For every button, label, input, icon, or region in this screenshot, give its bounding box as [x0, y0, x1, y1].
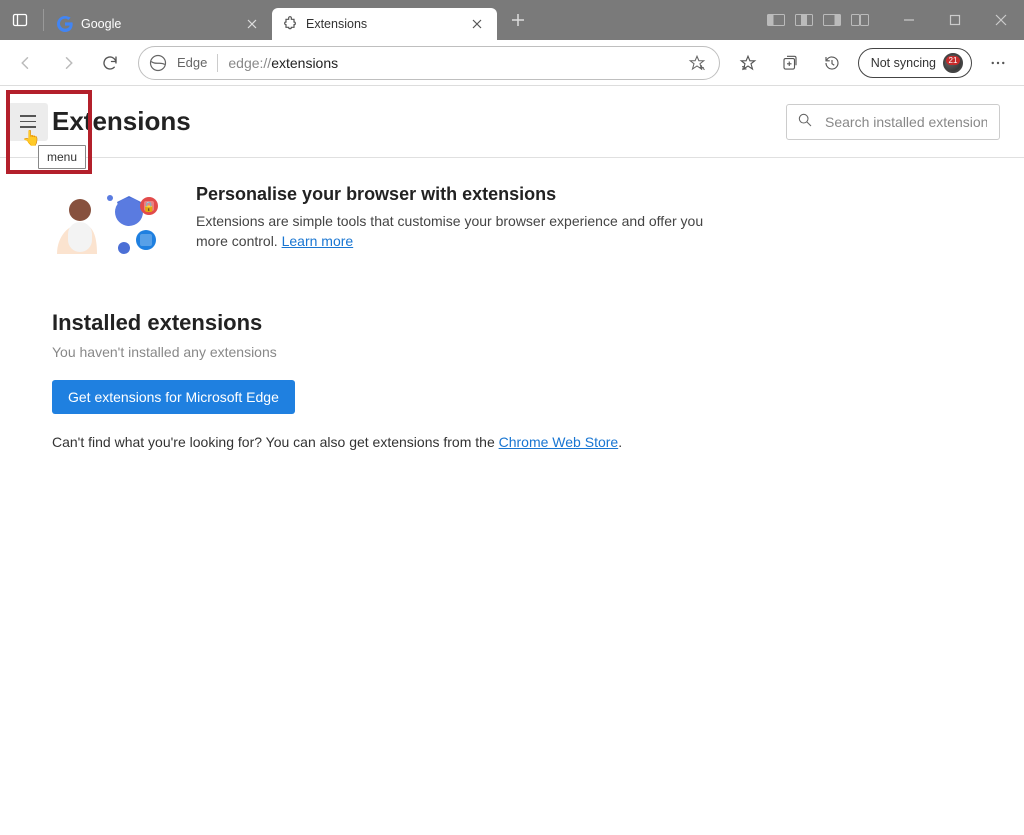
caption-layout-group — [766, 13, 886, 27]
hero-text: Personalise your browser with extensions… — [196, 184, 716, 252]
search-input[interactable] — [823, 113, 989, 131]
new-tab-button[interactable] — [503, 5, 533, 35]
browser-toolbar: Edge edge://extensions Not syncing 21 — [0, 40, 1024, 86]
site-identity-icon — [149, 54, 167, 72]
more-menu-button[interactable] — [978, 44, 1018, 82]
back-button[interactable] — [6, 44, 46, 82]
window-close-button[interactable] — [978, 0, 1024, 40]
tab-google[interactable]: Google — [47, 8, 272, 40]
learn-more-link[interactable]: Learn more — [282, 233, 354, 249]
favorite-star-icon[interactable] — [685, 54, 709, 72]
separator — [217, 54, 218, 72]
tab-actions-icon[interactable] — [0, 0, 40, 40]
site-identity-label: Edge — [177, 55, 207, 70]
profile-avatar-icon: 21 — [943, 53, 963, 73]
forward-button[interactable] — [48, 44, 88, 82]
address-bar[interactable]: Edge edge://extensions — [138, 46, 720, 80]
url-text: edge://extensions — [228, 55, 684, 71]
minimize-button[interactable] — [886, 0, 932, 40]
page-header: 👆 menu Extensions — [0, 86, 1024, 158]
snap-left-icon[interactable] — [766, 13, 786, 27]
snap-center-icon[interactable] — [794, 13, 814, 27]
tab-extensions[interactable]: Extensions — [272, 8, 497, 40]
page-title: Extensions — [52, 106, 191, 137]
svg-text:🔒: 🔒 — [143, 201, 155, 213]
menu-tooltip: menu — [38, 145, 86, 169]
chrome-web-store-link[interactable]: Chrome Web Store — [499, 434, 619, 450]
sync-label: Not syncing — [871, 56, 936, 70]
profile-sync-button[interactable]: Not syncing 21 — [858, 48, 972, 78]
maximize-button[interactable] — [932, 0, 978, 40]
window-titlebar: Google Extensions — [0, 0, 1024, 40]
search-icon — [797, 112, 813, 131]
tab-title: Google — [81, 17, 244, 31]
profile-badge-count: 21 — [946, 56, 961, 65]
separator — [43, 9, 44, 31]
chrome-store-hint: Can't find what you're looking for? You … — [52, 434, 720, 450]
hero-section: 🔒 Personalise your browser with extensio… — [52, 184, 720, 266]
google-favicon — [57, 16, 73, 32]
caption-buttons — [766, 0, 1024, 40]
extension-icon — [282, 16, 298, 32]
hero-body: Extensions are simple tools that customi… — [196, 211, 716, 252]
menu-region: 👆 menu Extensions — [0, 103, 191, 141]
close-tab-icon[interactable] — [469, 16, 485, 32]
refresh-button[interactable] — [90, 44, 130, 82]
search-extensions-box[interactable] — [786, 104, 1000, 140]
snap-right-icon[interactable] — [822, 13, 842, 27]
snap-split-icon[interactable] — [850, 13, 870, 27]
get-extensions-button[interactable]: Get extensions for Microsoft Edge — [52, 380, 295, 414]
menu-button[interactable] — [8, 103, 48, 141]
installed-heading: Installed extensions — [52, 310, 720, 336]
main-content: 🔒 Personalise your browser with extensio… — [0, 158, 720, 450]
collections-button[interactable] — [770, 44, 810, 82]
tab-title: Extensions — [306, 17, 469, 31]
installed-empty-text: You haven't installed any extensions — [52, 344, 720, 360]
favorites-button[interactable] — [728, 44, 768, 82]
history-button[interactable] — [812, 44, 852, 82]
hero-illustration: 🔒 — [52, 184, 172, 266]
close-tab-icon[interactable] — [244, 16, 260, 32]
hero-heading: Personalise your browser with extensions — [196, 184, 716, 205]
page-content: 👆 menu Extensions 🔒 — [0, 86, 1024, 835]
